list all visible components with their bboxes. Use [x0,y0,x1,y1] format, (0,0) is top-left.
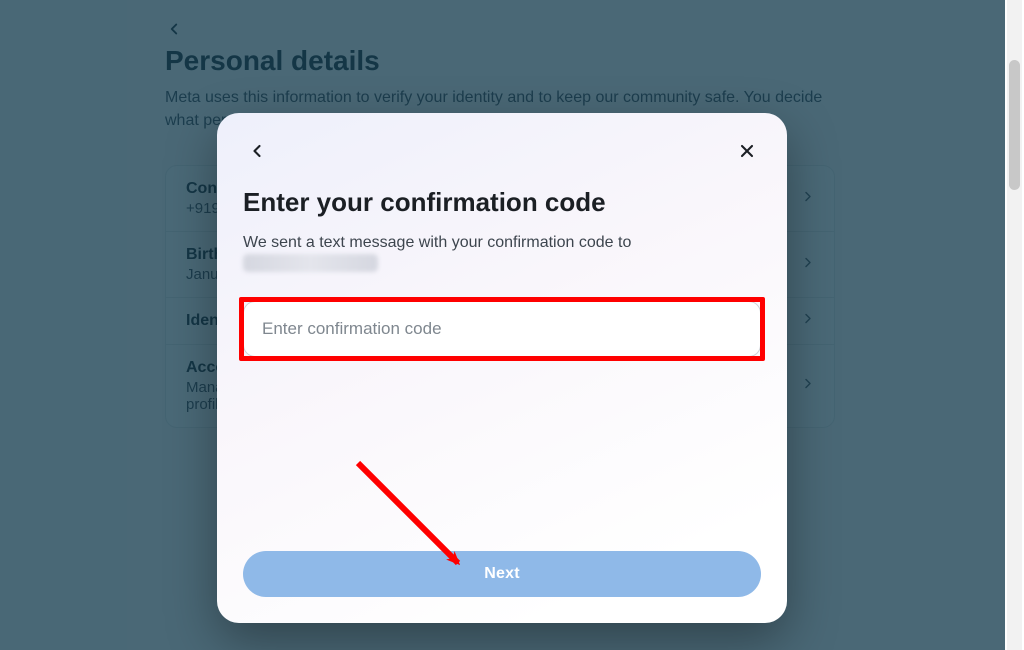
modal-close-button[interactable] [733,137,761,165]
modal-description: We sent a text message with your confirm… [243,232,761,277]
confirmation-code-modal: Enter your confirmation code We sent a t… [217,113,787,623]
redacted-phone-number [243,254,378,272]
modal-back-button[interactable] [243,137,271,165]
vertical-scrollbar[interactable] [1005,0,1024,650]
modal-description-text: We sent a text message with your confirm… [243,234,631,251]
confirmation-code-input[interactable] [243,301,761,357]
next-button[interactable]: Next [243,551,761,597]
modal-title: Enter your confirmation code [243,187,761,218]
